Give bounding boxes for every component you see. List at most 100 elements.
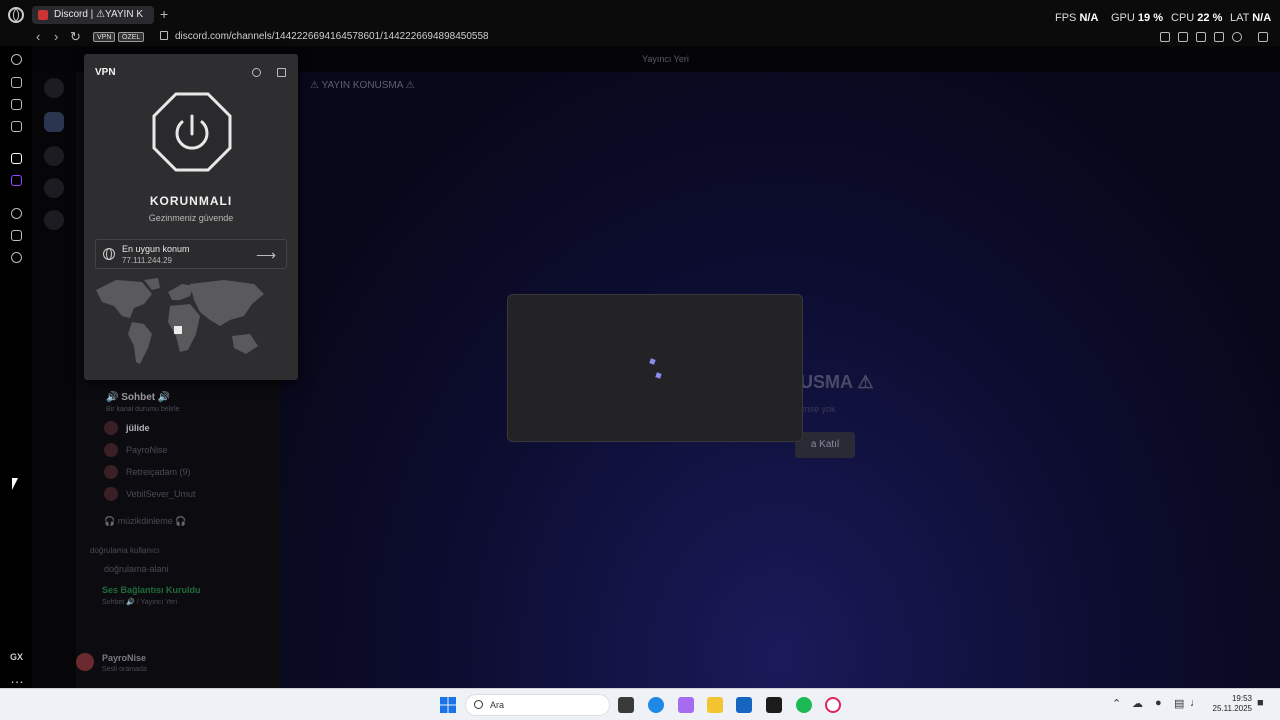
discord-home-icon[interactable] [44, 78, 64, 98]
user-julide[interactable]: jülide [126, 423, 150, 433]
search-label: Ara [490, 700, 505, 710]
lat-value: N/A [1252, 12, 1272, 24]
aria-icon[interactable] [11, 153, 22, 164]
welcome-subtitle: imse yok [800, 404, 836, 414]
location-name: En uygun konum [122, 244, 190, 254]
forward-button[interactable]: › [54, 29, 58, 45]
gpu-label: GPU [1111, 12, 1135, 24]
download-icon[interactable] [44, 210, 64, 230]
server-icon[interactable] [44, 112, 64, 132]
avatar[interactable] [76, 653, 94, 671]
ai-icon[interactable] [11, 77, 22, 88]
microphone-icon[interactable]: ● [1155, 697, 1162, 709]
settings-icon[interactable] [11, 252, 22, 263]
taskbar-search[interactable]: Ara [465, 694, 610, 716]
user-panel-name[interactable]: PayroNise [102, 653, 146, 663]
cpu-label: CPU [1171, 12, 1195, 24]
tab-discord[interactable]: Discord | ⚠YAYIN K [32, 6, 154, 24]
welcome-title: USMA ⚠ [800, 372, 874, 392]
user-panel-status: Sesli oramada [102, 666, 147, 673]
gpu-value: 19 % [1137, 12, 1163, 24]
window-title: Yayıncı Yeri [642, 54, 689, 64]
vpn-status-sub: Gezinmeniz güvende [148, 213, 234, 223]
address-bar: ‹ › ↻ VPN ÖZEL discord.com/channels/1442… [0, 28, 1280, 46]
back-button[interactable]: ‹ [36, 29, 40, 45]
new-tab-button[interactable]: + [160, 6, 168, 22]
tab-title: Discord | ⚠YAYIN K [54, 9, 143, 20]
shield-icon[interactable] [1196, 32, 1206, 42]
open-external-icon[interactable] [277, 68, 286, 77]
onedrive-icon[interactable]: ☁ [1132, 697, 1143, 710]
edge-icon[interactable] [648, 697, 664, 713]
menu-icon[interactable] [1258, 32, 1268, 42]
channel-status[interactable]: Bir kanal durumu belirle [106, 406, 180, 413]
notification-icon[interactable]: ■ [1257, 697, 1264, 709]
more-icon[interactable]: … [10, 670, 25, 686]
vpn-status: KORUNMALI [149, 194, 233, 208]
opera-gx-taskbar-icon[interactable] [825, 697, 841, 713]
extensions-icon[interactable] [11, 230, 22, 241]
reload-button[interactable]: ↻ [70, 29, 81, 45]
copilot-icon[interactable] [678, 697, 694, 713]
speed-dial-icon[interactable] [11, 54, 22, 65]
channel-dogrulama-alani[interactable]: doğrulama-alani [104, 564, 169, 574]
gx-label[interactable]: GX [10, 652, 23, 662]
avatar [104, 443, 118, 457]
voice-channel-sohbet[interactable]: 🔊 Sohbet 🔊 [106, 392, 170, 403]
fps-value: N/A [1079, 12, 1099, 24]
lock-icon[interactable] [160, 31, 168, 40]
feedback-icon[interactable] [252, 68, 261, 77]
arrow-right-icon: ⟶ [256, 247, 277, 263]
voice-channel-muzik[interactable]: 🎧 müzikdinleme 🎧 [104, 516, 186, 527]
private-badge: ÖZEL [118, 32, 145, 42]
mouse-cursor-icon [12, 478, 18, 490]
twitch-icon[interactable] [11, 175, 22, 186]
channel-header: ⚠ YAYIN KONUSMA ⚠ [310, 80, 415, 91]
location-selector[interactable]: En uygun konum 77.111.244.29 ⟶ [95, 239, 287, 269]
news-icon[interactable] [11, 99, 22, 110]
player-icon[interactable] [1214, 32, 1224, 42]
voice-connected-status[interactable]: Ses Bağlantısı Kuruldu [102, 585, 201, 595]
join-voice-button[interactable]: a Katıl [795, 432, 855, 458]
spotify-icon[interactable] [796, 697, 812, 713]
category-dogrulama[interactable]: doğrulama kullanıcı [90, 546, 159, 555]
gpu-readout: GPU 19 % [1111, 12, 1163, 24]
system-clock[interactable]: 19:53 25.11.2025 [1210, 694, 1252, 714]
clock-date: 25.11.2025 [1212, 704, 1252, 713]
globe-icon [103, 248, 115, 260]
voice-location[interactable]: Sohbet 🔊 / Yayıncı Yeri [102, 598, 177, 606]
url-text[interactable]: discord.com/channels/1442226694164578601… [175, 31, 489, 42]
explore-icon[interactable] [44, 178, 64, 198]
vpn-popup: VPN KORUNMALI Gezinmeniz güvende En uygu… [84, 54, 298, 380]
tray-chevron-icon[interactable]: ⌃ [1112, 697, 1121, 710]
heart-icon[interactable] [1232, 32, 1242, 42]
volume-icon[interactable]: ♩ [1190, 697, 1201, 709]
user-retreicadam[interactable]: Retreiçadam (9) [126, 467, 191, 477]
cpu-readout: CPU 22 % [1171, 12, 1222, 24]
windows-start-icon[interactable] [440, 697, 456, 713]
avatar [104, 465, 118, 479]
task-view-icon[interactable] [618, 697, 634, 713]
app-icon[interactable] [766, 697, 782, 713]
taskbar: Ara ⌃ ☁ ● ▤ ♩ 19:53 25.11.2025 ■ [0, 688, 1280, 720]
lat-readout: LAT N/A [1230, 12, 1271, 24]
vpn-badge[interactable]: VPN [93, 32, 116, 42]
user-payronise[interactable]: PayroNise [126, 445, 168, 455]
location-marker-icon [174, 326, 182, 334]
vpn-power-button[interactable] [152, 92, 232, 172]
network-icon[interactable]: ▤ [1174, 697, 1184, 710]
opera-logo-icon[interactable] [8, 7, 24, 23]
gx-corner-icon[interactable] [11, 121, 22, 132]
file-explorer-icon[interactable] [707, 697, 723, 713]
opera-sidebar: GX … [0, 46, 32, 688]
clock-time: 19:53 [1231, 694, 1252, 703]
store-icon[interactable] [736, 697, 752, 713]
user-vebilsever[interactable]: VebilSever_Umut [126, 489, 196, 499]
search-icon [474, 700, 483, 709]
pin-icon[interactable] [1160, 32, 1170, 42]
loading-modal [507, 294, 803, 442]
location-ip: 77.111.244.29 [122, 256, 172, 265]
add-server-icon[interactable] [44, 146, 64, 166]
player-sidebar-icon[interactable] [11, 208, 22, 219]
snapshot-icon[interactable] [1178, 32, 1188, 42]
